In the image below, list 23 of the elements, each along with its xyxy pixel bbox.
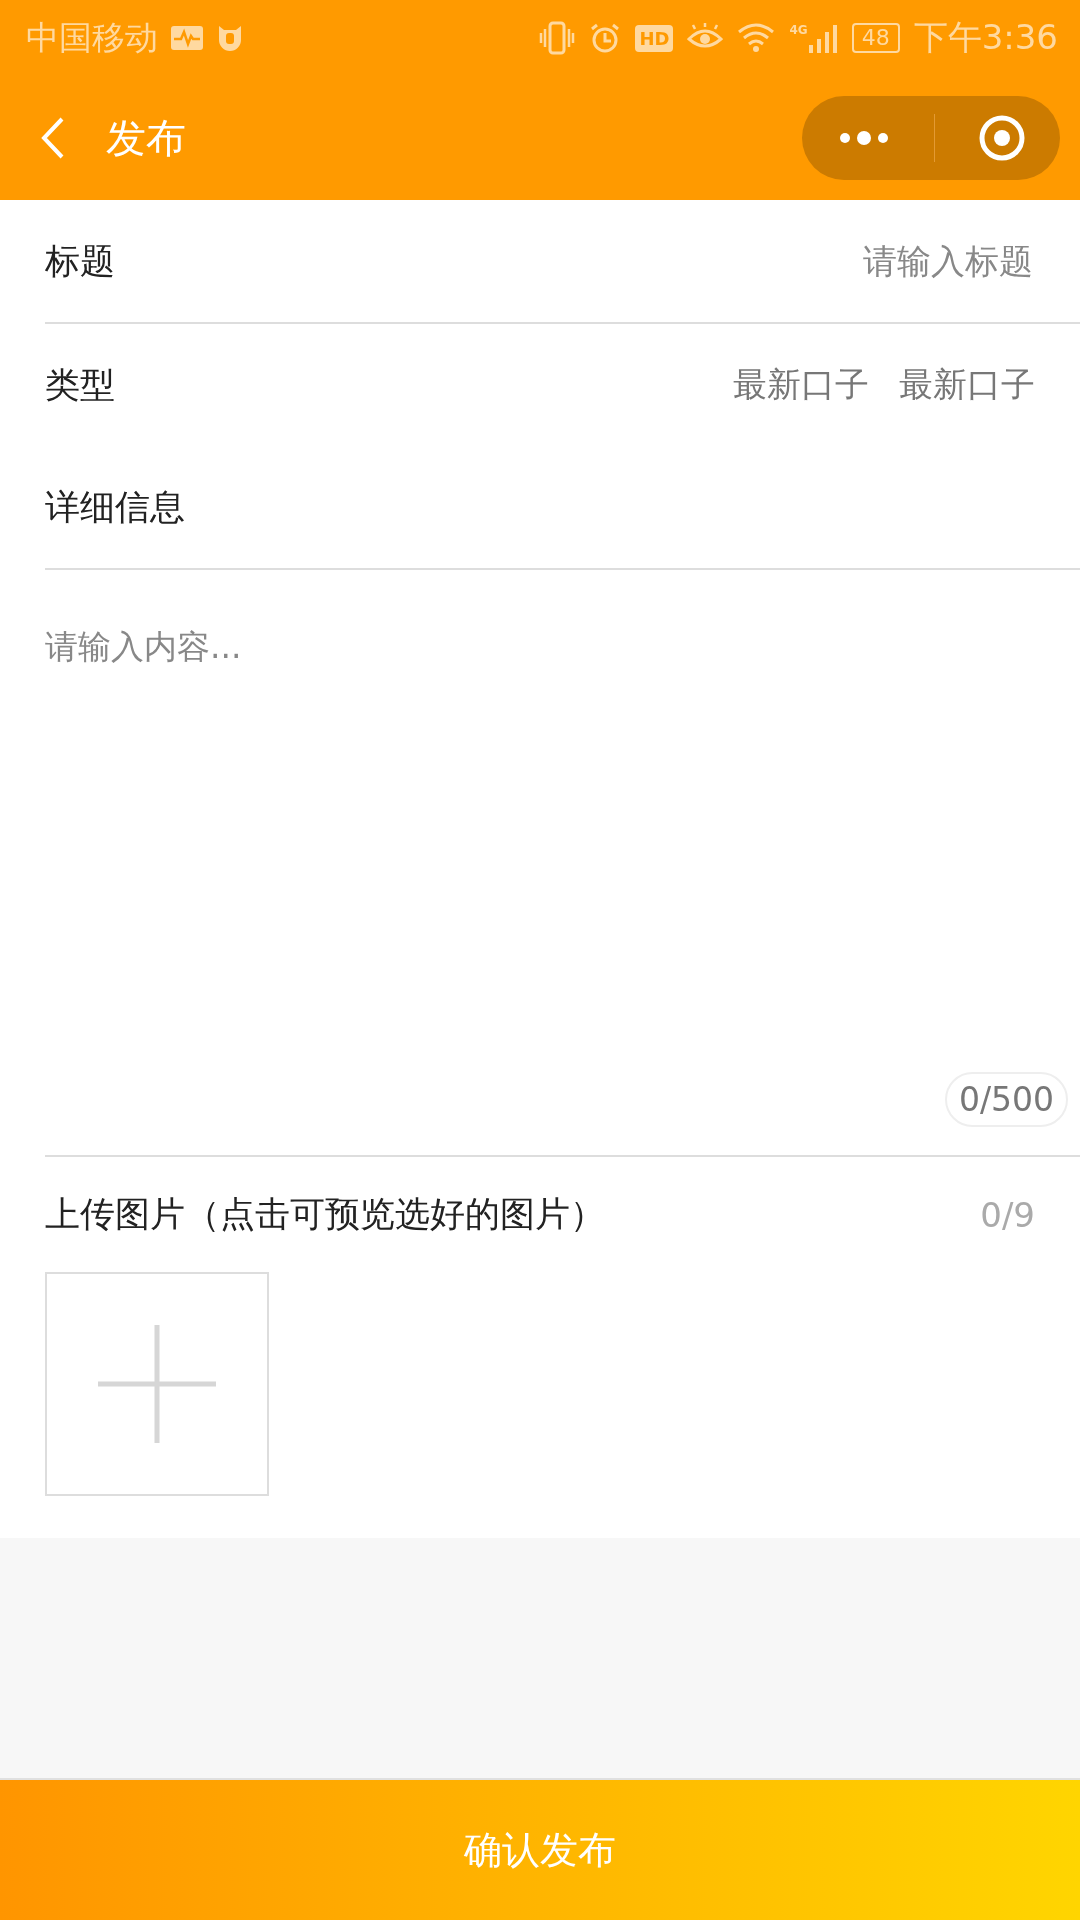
network-type: 4G [789, 23, 808, 37]
battery-indicator: 48 [851, 23, 900, 53]
clock-time: 下午3:36 [913, 16, 1058, 59]
field-label: 标题 [45, 239, 115, 283]
carrier-name: 中国移动 [26, 16, 158, 59]
plus-icon [98, 1325, 216, 1443]
type-option[interactable]: 最新口子 [899, 362, 1035, 408]
wifi-icon [737, 22, 776, 54]
char-counter: 0/500 [944, 1072, 1068, 1127]
type-option[interactable]: 最新口子 [733, 362, 869, 408]
upload-label: 上传图片（点击可预览选好的图片） [45, 1193, 605, 1236]
page-title: 发布 [106, 113, 187, 163]
image-count: 0/9 [980, 1194, 1035, 1235]
close-target-icon[interactable] [978, 114, 1026, 162]
section-label: 详细信息 [45, 485, 185, 529]
more-icon[interactable] [838, 131, 890, 145]
signal-icon [807, 23, 838, 53]
hd-badge: HD [635, 24, 674, 52]
back-icon[interactable] [40, 116, 66, 160]
alarm-icon [589, 22, 622, 54]
field-label: 类型 [45, 363, 115, 407]
activity-icon [170, 25, 204, 51]
vibrate-icon [539, 21, 576, 55]
